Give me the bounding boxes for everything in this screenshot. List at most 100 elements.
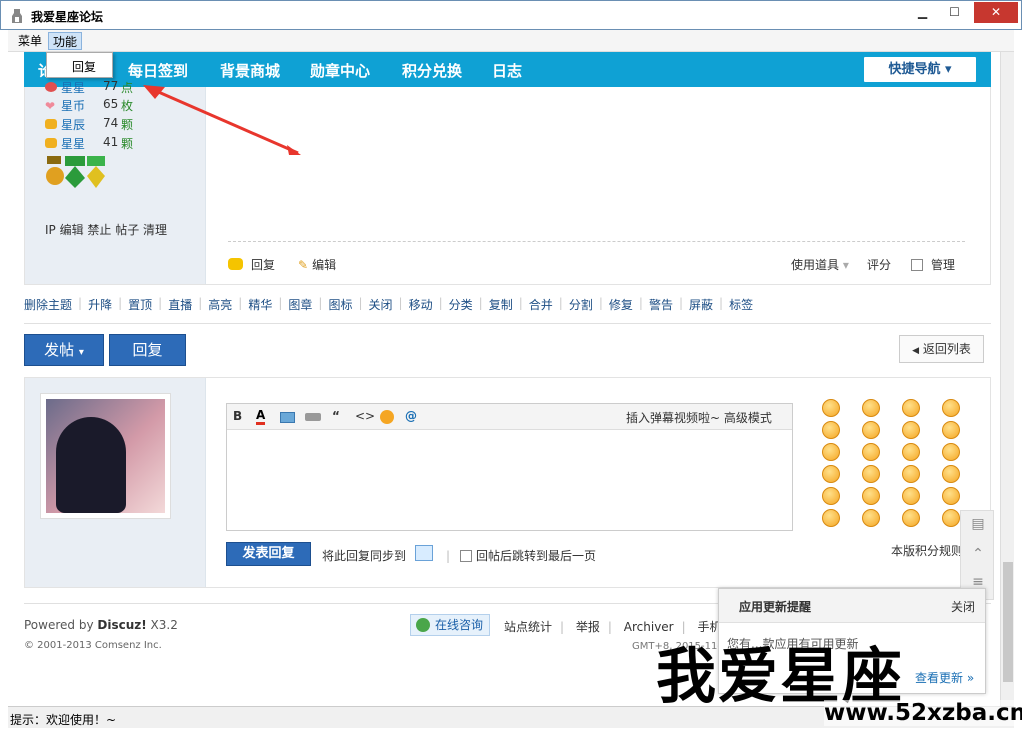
smiley-icon[interactable] <box>822 509 840 527</box>
submit-reply-button[interactable]: 发表回复 <box>226 542 311 566</box>
use-tool-menu[interactable]: 使用道具 ▾ <box>791 256 849 273</box>
smiley-icon[interactable] <box>862 465 880 483</box>
back-to-list-button[interactable]: ◀ 返回列表 <box>899 335 984 363</box>
smiley-icon[interactable] <box>902 509 920 527</box>
mod-action[interactable]: 屏蔽 <box>689 296 719 313</box>
smiley-icon[interactable] <box>942 421 960 439</box>
smiley-icon[interactable] <box>822 421 840 439</box>
maximize-button[interactable]: ☐ <box>940 2 969 23</box>
mod-action[interactable]: 高亮 <box>208 296 238 313</box>
quick-nav-button[interactable]: 快捷导航 ▾ <box>864 57 976 82</box>
at-button[interactable]: @ <box>405 409 417 423</box>
footer-link-report[interactable]: 举报 <box>576 620 608 634</box>
admin-links[interactable]: IP 编辑 禁止 帖子 清理 <box>45 221 167 238</box>
mod-action[interactable]: 移动 <box>409 296 439 313</box>
watermark-url: www.52xzba.cn <box>824 700 1022 726</box>
smiley-icon[interactable] <box>862 509 880 527</box>
discuz-link[interactable]: Discuz! <box>97 618 146 632</box>
image-icon[interactable] <box>280 412 295 423</box>
vertical-scrollbar[interactable] <box>1000 52 1014 706</box>
smiley-icon[interactable] <box>822 443 840 461</box>
reply-button[interactable]: 回复 <box>109 334 186 366</box>
popup-close-button[interactable]: 关闭 <box>951 598 975 615</box>
mod-action[interactable]: 置顶 <box>128 296 158 313</box>
jump-last-page-checkbox[interactable]: | 回帖后跳转到最后一页 <box>446 547 596 564</box>
smiley-icon[interactable] <box>942 509 960 527</box>
separator: | <box>518 296 523 310</box>
sync-label: 将此回复同步到 <box>322 549 407 563</box>
nav-medals[interactable]: 勋章中心 <box>310 60 370 81</box>
rate-button[interactable]: 评分 <box>867 256 891 273</box>
mod-action[interactable]: 合并 <box>529 296 559 313</box>
smiley-icon[interactable] <box>902 465 920 483</box>
nav-exchange[interactable]: 积分兑换 <box>402 60 462 81</box>
annotation-arrow-icon <box>143 85 301 155</box>
bold-button[interactable]: B <box>233 409 242 423</box>
menu-caidan[interactable]: 菜单 <box>14 32 46 50</box>
nav-checkin[interactable]: 每日签到 <box>128 60 188 81</box>
new-thread-button[interactable]: 发帖 ▾ <box>24 334 104 366</box>
smiley-icon[interactable] <box>902 487 920 505</box>
smiley-icon[interactable] <box>942 465 960 483</box>
font-color-button[interactable]: A <box>256 409 266 425</box>
scrollbar-thumb[interactable] <box>1003 562 1013 682</box>
mod-action[interactable]: 删除主题 <box>24 296 78 313</box>
mod-action[interactable]: 分类 <box>449 296 479 313</box>
mod-action[interactable]: 修复 <box>609 296 639 313</box>
nav-blog[interactable]: 日志 <box>492 60 522 81</box>
comment-icon[interactable]: ▤ <box>967 513 989 535</box>
manage-checkbox[interactable]: 管理 <box>911 256 955 273</box>
smiley-icon[interactable] <box>862 399 880 417</box>
smiley-icon[interactable] <box>942 443 960 461</box>
back-to-top-icon[interactable]: ⌃ <box>967 543 989 565</box>
code-button[interactable]: <> <box>355 409 375 423</box>
dropdown-item-reply[interactable]: 回复 <box>72 58 96 75</box>
smiley-icon[interactable] <box>942 487 960 505</box>
smiley-icon[interactable] <box>902 421 920 439</box>
smiley-icon[interactable] <box>862 487 880 505</box>
quick-reply-box: B A “ <> @ 插入弹幕视频啦~ 高级模式 发表回复 将此回复同步到 | 回… <box>24 377 991 588</box>
mod-action[interactable]: 图标 <box>328 296 358 313</box>
smiley-icon[interactable] <box>862 443 880 461</box>
footer-link-stats[interactable]: 站点统计 <box>504 620 560 634</box>
mod-action[interactable]: 标签 <box>729 296 759 313</box>
menu-bar: 菜单 功能 <box>8 30 1014 52</box>
online-consult-button[interactable]: 在线咨询 <box>410 614 490 636</box>
popup-header: 应用更新提醒 关闭 <box>719 589 985 623</box>
mod-action[interactable]: 警告 <box>649 296 679 313</box>
gem-icon <box>45 138 57 148</box>
smiley-icon[interactable] <box>380 410 394 424</box>
weibo-sync-icon[interactable] <box>415 545 433 561</box>
reply-editor: B A “ <> @ 插入弹幕视频啦~ 高级模式 <box>226 403 793 531</box>
mod-action[interactable]: 图章 <box>288 296 318 313</box>
close-button[interactable]: ✕ <box>974 2 1018 23</box>
mod-action[interactable]: 升降 <box>88 296 118 313</box>
mod-action[interactable]: 分割 <box>569 296 599 313</box>
mod-action[interactable]: 关闭 <box>369 296 399 313</box>
smiley-icon[interactable] <box>902 399 920 417</box>
smiley-icon[interactable] <box>822 465 840 483</box>
smiley-icon[interactable] <box>902 443 920 461</box>
gem-icon <box>45 119 57 129</box>
mod-action[interactable]: 直播 <box>168 296 198 313</box>
quote-button[interactable]: “ <box>332 409 340 423</box>
post-edit-button[interactable]: ✎ 编辑 <box>298 256 336 273</box>
mod-action[interactable]: 精华 <box>248 296 278 313</box>
editor-advanced-links[interactable]: 插入弹幕视频啦~ 高级模式 <box>626 409 772 426</box>
view-updates-link[interactable]: 查看更新 » <box>915 669 974 686</box>
menu-gongneng[interactable]: 功能 <box>48 32 83 50</box>
forum-navbar: 论坛 每日签到 背景商城 勋章中心 积分兑换 日志 快捷导航 ▾ <box>24 52 991 87</box>
forum-rules-link[interactable]: 本版积分规则 <box>891 542 963 559</box>
mod-action[interactable]: 复制 <box>489 296 519 313</box>
smiley-icon[interactable] <box>862 421 880 439</box>
smiley-icon[interactable] <box>942 399 960 417</box>
smiley-icon[interactable] <box>822 399 840 417</box>
post-reply-button[interactable]: 回复 <box>228 256 275 273</box>
smiley-icon[interactable] <box>822 487 840 505</box>
chevron-down-icon: ▾ <box>78 347 84 358</box>
separator: | <box>278 296 283 310</box>
attachment-icon[interactable] <box>305 413 321 421</box>
minimize-button[interactable]: ▁ <box>908 2 937 23</box>
separator: | <box>558 296 563 310</box>
nav-shop[interactable]: 背景商城 <box>220 60 280 81</box>
